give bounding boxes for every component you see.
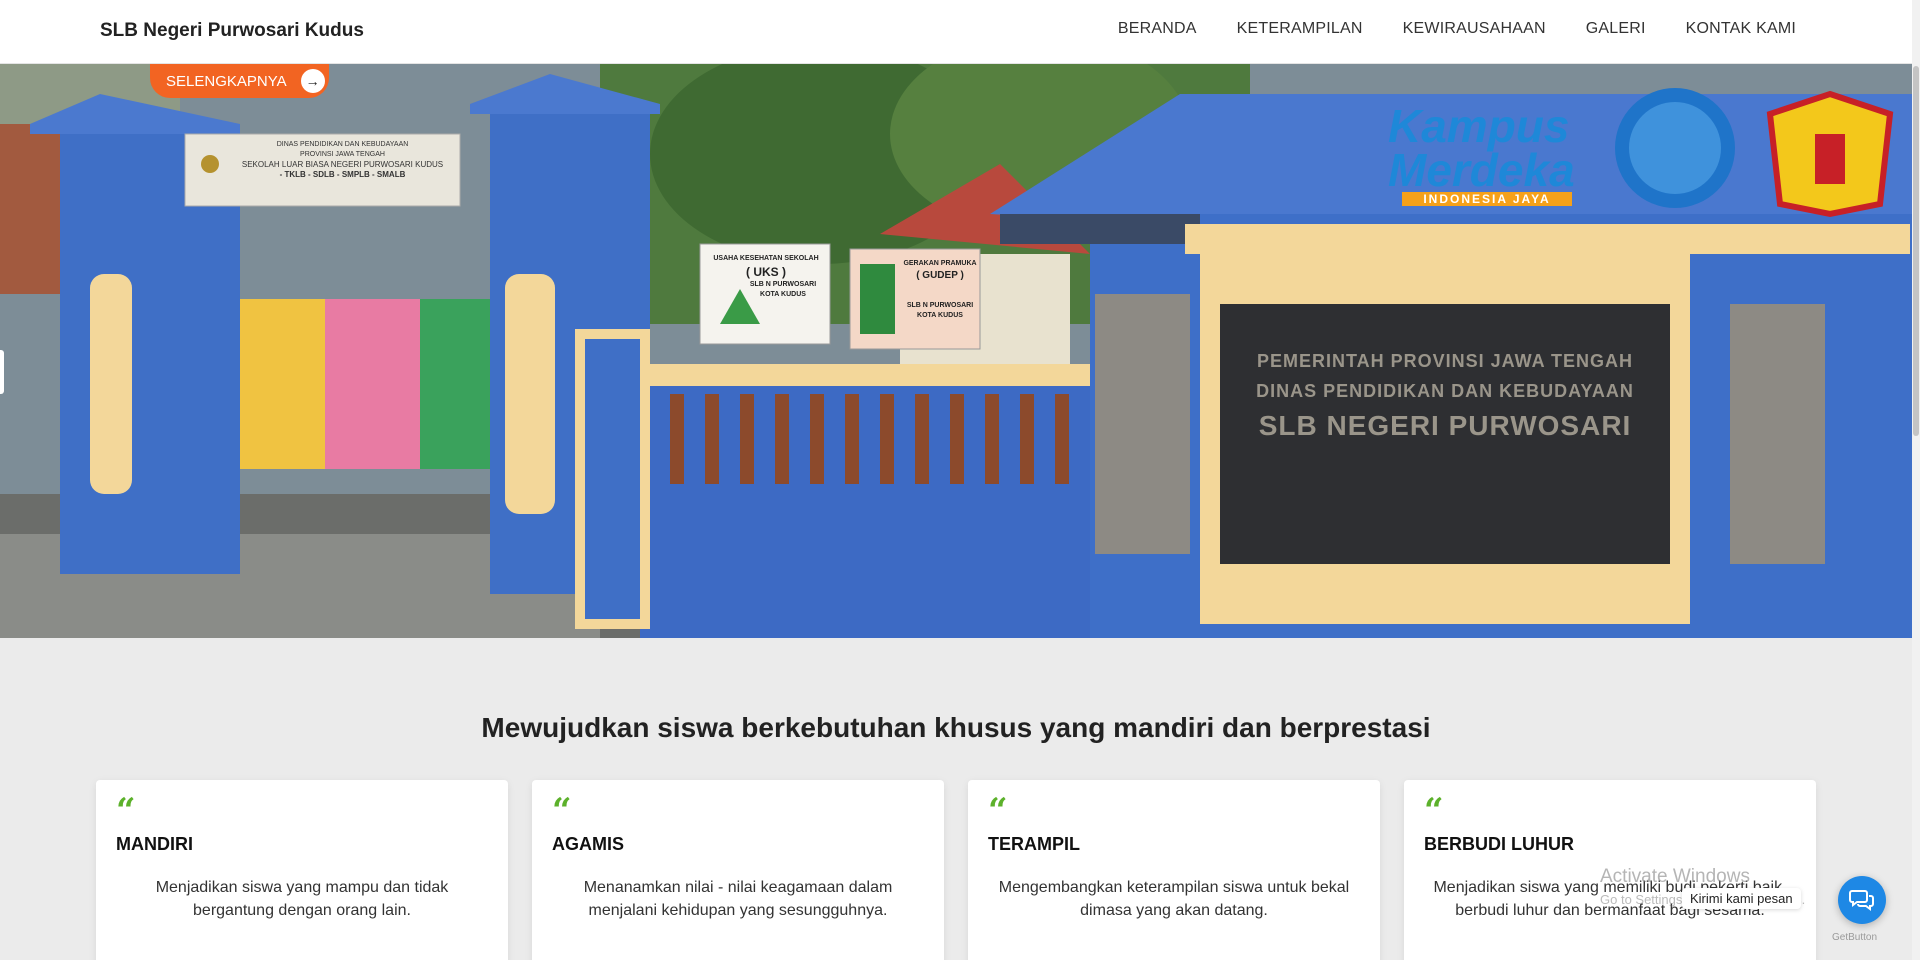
plaque-line3: SLB NEGERI PURWOSARI [1258,410,1632,441]
gate-sign-line1: DINAS PENDIDIKAN DAN KEBUDAYAAN [276,141,409,148]
menu-item-keterampilan[interactable]: KETERAMPILAN [1237,20,1363,38]
uks-sign-school: SLB N PURWOSARI [749,281,817,288]
activate-windows-watermark: Activate Windows [1600,866,1750,887]
top-navbar: SLB Negeri Purwosari Kudus BERANDA KETER… [0,0,1912,64]
site-brand[interactable]: SLB Negeri Purwosari Kudus [100,20,364,42]
kampus-line1: Kampus [1388,100,1570,152]
menu-item-kewirausahaan[interactable]: KEWIRAUSAHAAN [1403,20,1546,38]
value-card-terampil: “ TERAMPIL Mengembangkan keterampilan si… [968,780,1380,960]
selengkapnya-label: SELENGKAPNYA [166,72,287,90]
gudep-sign-title: GERAKAN PRAMUKA [903,260,977,267]
value-card-agamis: “ AGAMIS Menanamkan nilai - nilai keagam… [532,780,944,960]
building-plaque: PEMERINTAH PROVINSI JAWA TENGAH DINAS PE… [1225,346,1665,446]
menu-item-kontak-kami[interactable]: KONTAK KAMI [1686,20,1796,38]
page-scrollbar[interactable] [1912,0,1920,960]
uks-sign-city: KOTA KUDUS [760,291,806,298]
arrow-right-icon: → [300,69,325,93]
quote-icon: “ [552,791,572,831]
quote-icon: “ [116,791,136,831]
chat-widget-label[interactable]: Kirimi kami pesan [1682,888,1801,909]
gudep-sign-code: ( GUDEP ) [916,270,964,281]
card-title: MANDIRI [116,834,193,854]
quote-icon: “ [988,791,1008,831]
value-card-mandiri: “ MANDIRI Menjadikan siswa yang mampu da… [96,780,508,960]
uks-sign: USAHA KESEHATAN SEKOLAH ( UKS ) SLB N PU… [708,254,824,300]
kampus-tag: INDONESIA JAYA [1402,192,1572,206]
chat-bubbles-icon [1849,890,1874,911]
chat-widget-button[interactable] [1838,876,1886,924]
kampus-merdeka-logo: Kampus Merdeka INDONESIA JAYA [1388,100,1578,206]
card-title: BERBUDI LUHUR [1424,834,1574,854]
hero-banner: DINAS PENDIDIKAN DAN KEBUDAYAAN PROVINSI… [0,64,1912,638]
main-menu: BERANDA KETERAMPILAN KEWIRAUSAHAAN GALER… [1118,20,1796,38]
gudep-sign-city: KOTA KUDUS [917,312,963,319]
uks-sign-code: ( UKS ) [746,265,786,279]
kampus-line2: Merdeka [1388,144,1575,196]
scrollbar-thumb[interactable] [1913,66,1919,436]
gate-sign-line3: SEKOLAH LUAR BIASA NEGERI PURWOSARI KUDU… [241,160,444,169]
gate-sign: DINAS PENDIDIKAN DAN KEBUDAYAAN PROVINSI… [225,140,460,180]
menu-item-beranda[interactable]: BERANDA [1118,20,1197,38]
gate-sign-line4: - TKLB - SDLB - SMPLB - SMALB [279,170,406,179]
quote-icon: “ [1424,791,1444,831]
gudep-sign: GERAKAN PRAMUKA ( GUDEP ) SLB N PURWOSAR… [895,259,985,321]
slider-handle[interactable] [0,350,4,394]
gudep-sign-school: SLB N PURWOSARI [906,302,974,309]
section-headline: Mewujudkan siswa berkebutuhan khusus yan… [481,712,1431,743]
plaque-line2: DINAS PENDIDIKAN DAN KEBUDAYAAN [1256,381,1634,401]
card-text: Menjadikan siswa yang mampu dan tidak be… [155,879,449,919]
uks-sign-title: USAHA KESEHATAN SEKOLAH [713,255,819,262]
card-title: AGAMIS [552,834,624,854]
card-title: TERAMPIL [988,834,1080,854]
menu-item-galeri[interactable]: GALERI [1586,20,1646,38]
card-text: Mengembangkan keterampilan siswa untuk b… [998,879,1350,919]
getbutton-credit[interactable]: GetButton [1832,932,1877,943]
plaque-line1: PEMERINTAH PROVINSI JAWA TENGAH [1256,351,1634,371]
values-cards: “ MANDIRI Menjadikan siswa yang mampu da… [96,780,1816,960]
card-text: Menanamkan nilai - nilai keagamaan dalam… [583,879,893,919]
gate-sign-line2: PROVINSI JAWA TENGAH [300,151,385,158]
selengkapnya-button[interactable]: SELENGKAPNYA → [150,64,329,98]
